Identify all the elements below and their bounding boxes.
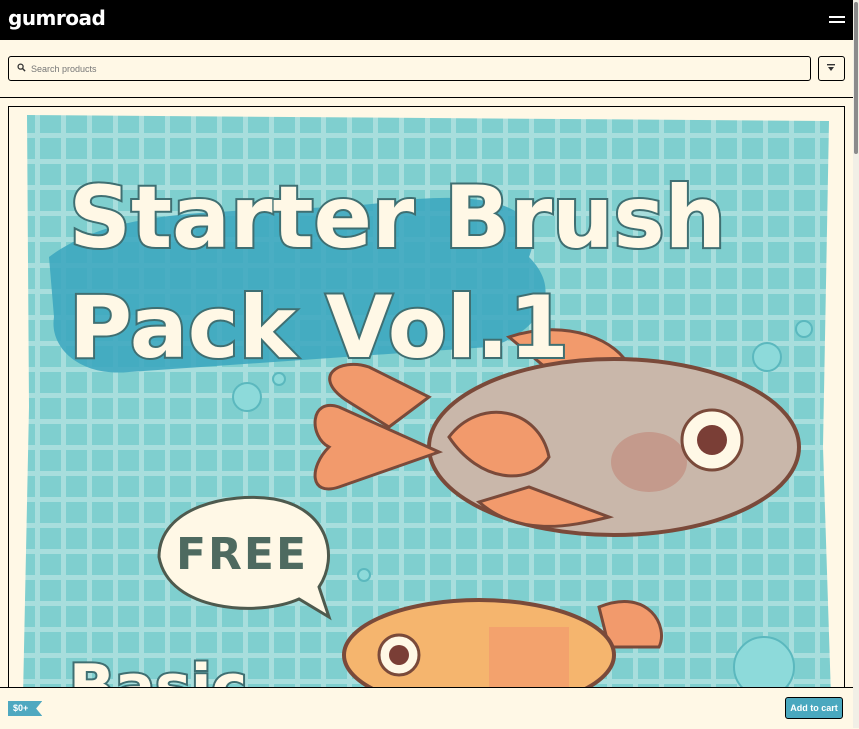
product-cover-image: FREE Starter Brush Pack Vol.1 Basic — [9, 107, 844, 697]
price-tag: $0+ — [8, 701, 43, 716]
cover-badge-text: FREE — [176, 529, 308, 580]
cover-title-line1: Starter Brush — [69, 168, 726, 268]
search-input[interactable] — [29, 59, 793, 79]
hamburger-menu-icon[interactable] — [829, 12, 845, 26]
product-card[interactable]: FREE Starter Brush Pack Vol.1 Basic — [8, 106, 845, 698]
purchase-bar: $0+ Add to cart — [0, 687, 853, 729]
top-header: gumroad — [0, 0, 853, 40]
header-divider — [0, 97, 853, 98]
search-icon — [17, 63, 26, 72]
search-bar[interactable] — [8, 56, 811, 81]
filter-icon — [827, 64, 835, 71]
scrollbar-thumb[interactable] — [854, 2, 858, 154]
cover-title-line2: Pack Vol.1 — [69, 278, 569, 378]
page-scrollbar[interactable] — [853, 0, 859, 728]
gumroad-logo[interactable]: gumroad — [8, 6, 106, 30]
filter-button[interactable] — [818, 56, 845, 81]
add-to-cart-button[interactable]: Add to cart — [785, 697, 843, 719]
